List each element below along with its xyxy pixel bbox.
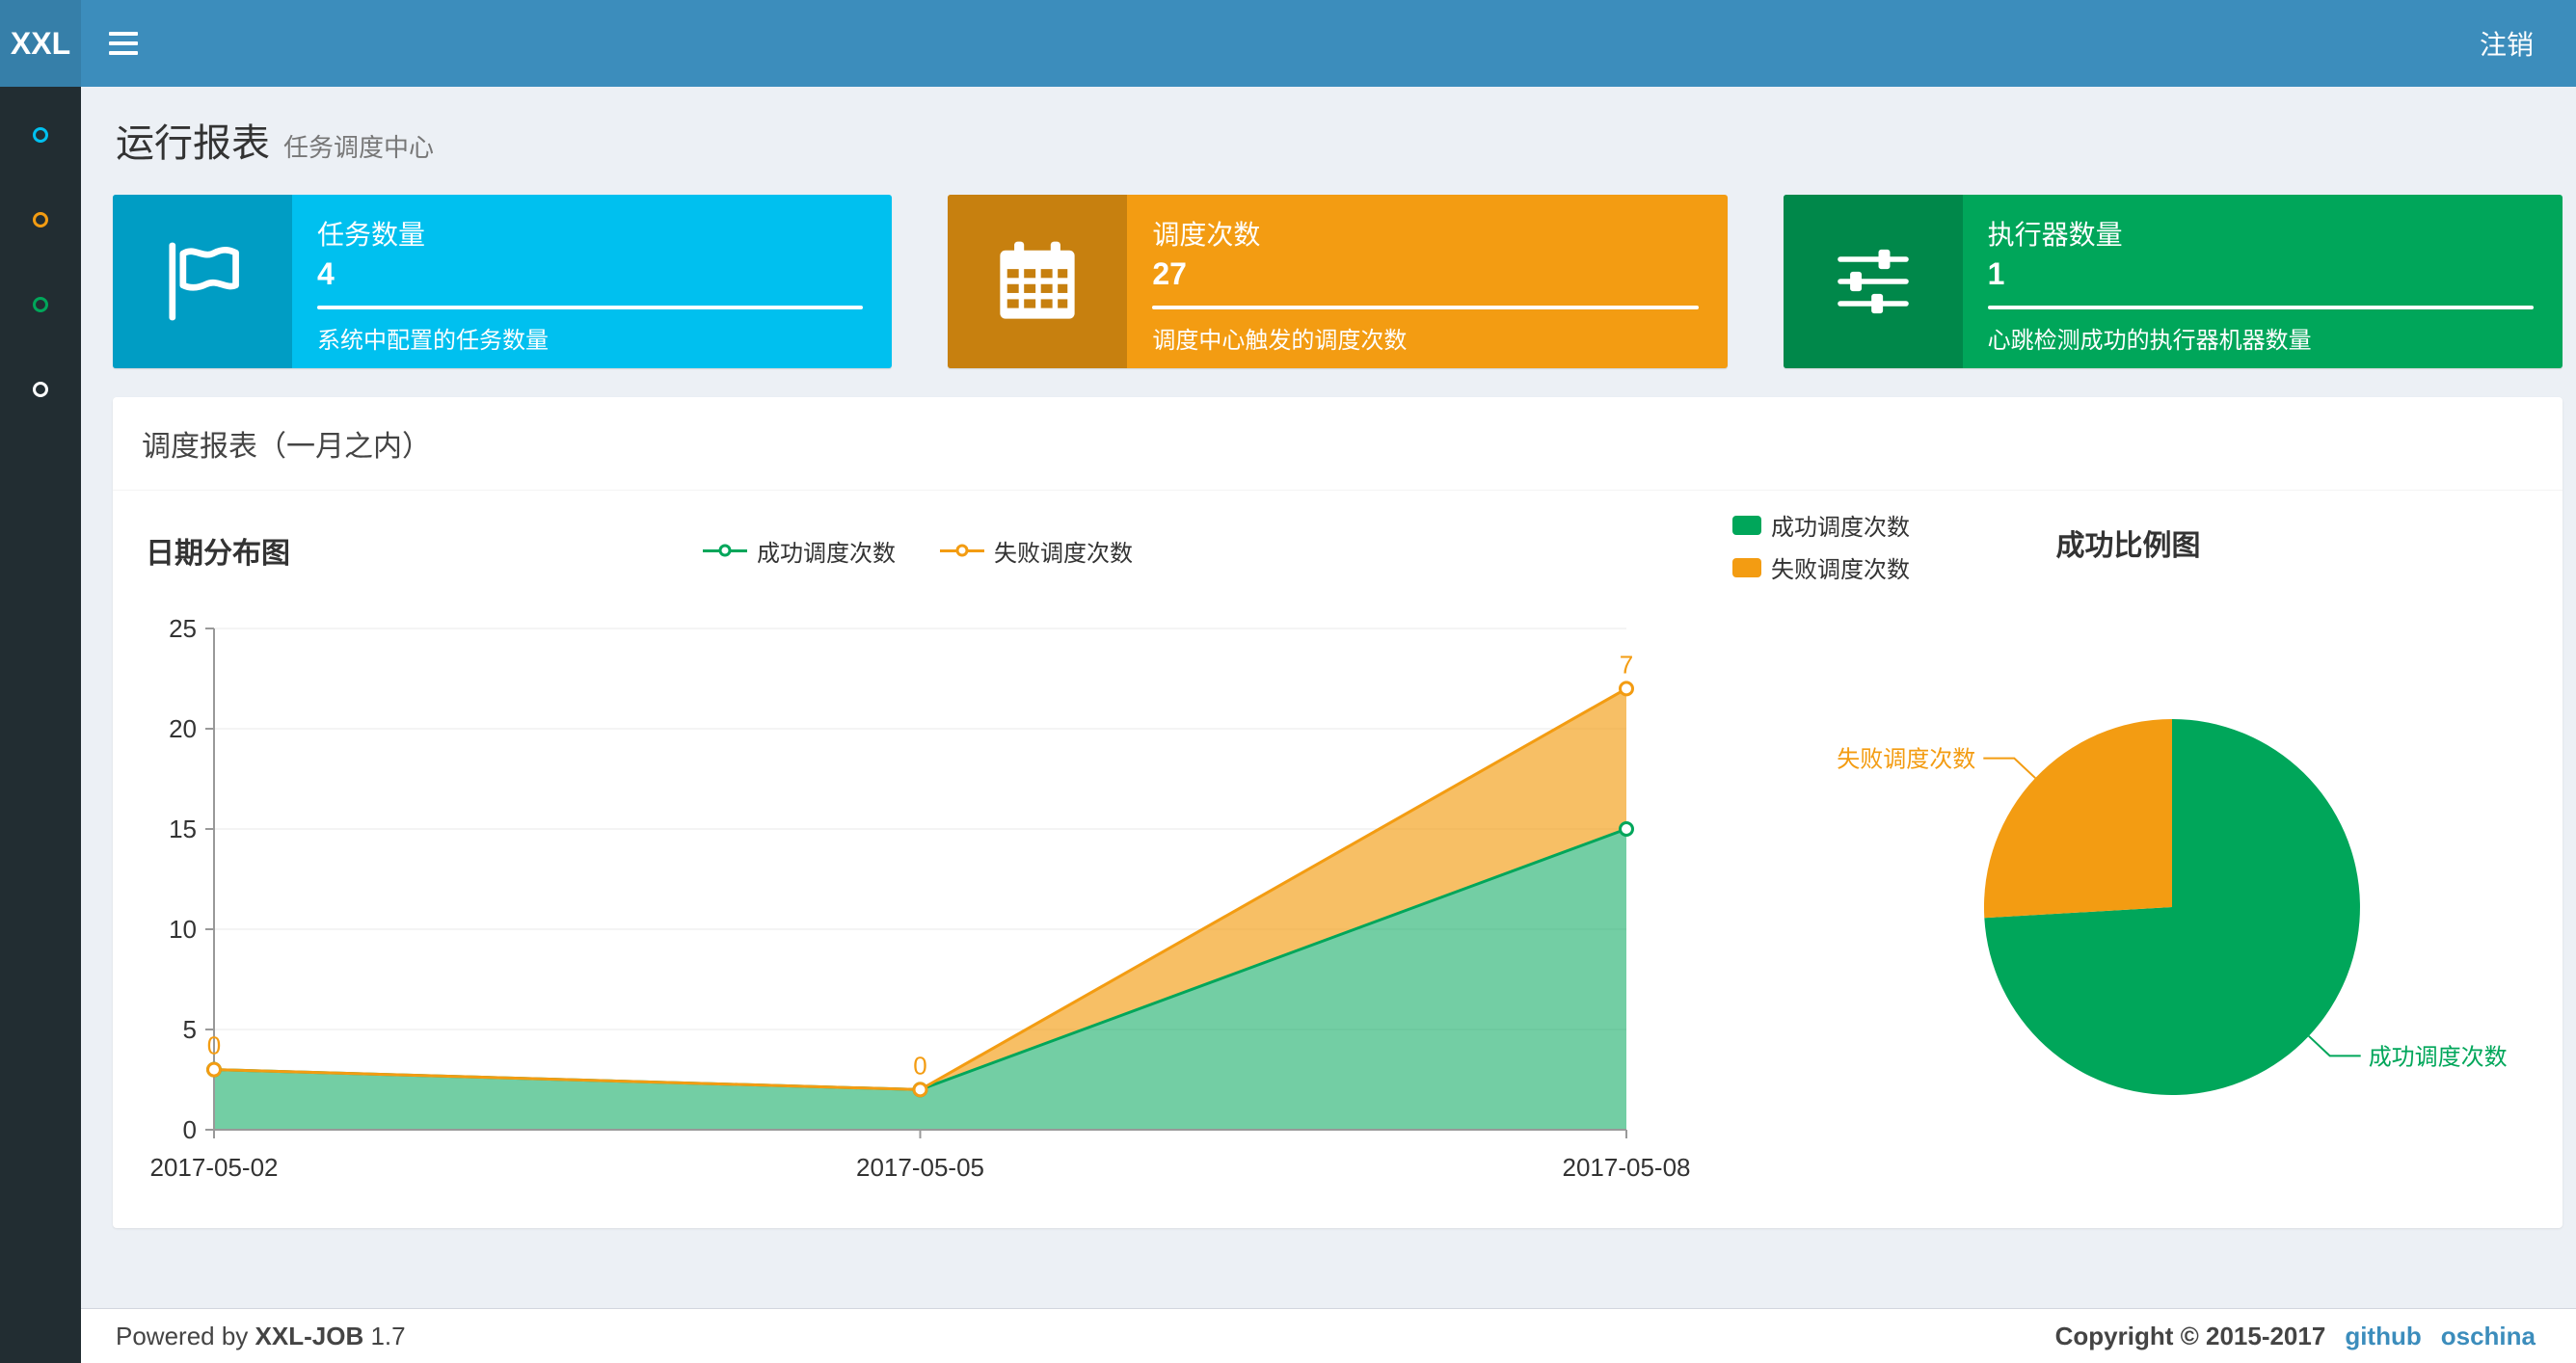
- navbar-spacer: [166, 0, 2437, 87]
- legend-item-fail[interactable]: 失败调度次数: [1732, 550, 1910, 584]
- svg-text:2017-05-05: 2017-05-05: [856, 1153, 984, 1182]
- info-box-description: 系统中配置的任务数量: [317, 328, 549, 354]
- info-box-trigger-count: 调度次数 27 调度中心触发的调度次数: [948, 195, 1728, 368]
- info-box-text: 调度次数 27 调度中心触发的调度次数: [1127, 195, 1727, 368]
- legend-item-fail[interactable]: 失败调度次数: [940, 534, 1133, 568]
- sidebar-item[interactable]: [0, 177, 81, 262]
- dispatch-report-panel: 调度报表（一月之内） 日期分布图 成功调度次数 失败调度次数 0 5 10 15…: [113, 397, 2563, 1228]
- info-box-label: 任务数量: [317, 220, 426, 250]
- success-ratio-pie-chart: 成功调度次数 失败调度次数: [1837, 719, 2507, 1095]
- panel-body: 日期分布图 成功调度次数 失败调度次数 0 5 10 15 20 25 2017-05-02…: [113, 491, 2563, 1228]
- svg-text:成功调度次数: 成功调度次数: [2368, 1044, 2507, 1070]
- info-box-description: 心跳检测成功的执行器机器数量: [1987, 328, 2312, 354]
- line-legend-marker: [940, 544, 984, 557]
- svg-text:失败调度次数: 失败调度次数: [1837, 747, 1975, 773]
- product-name: XXL-JOB: [255, 1321, 364, 1350]
- svg-text:10: 10: [169, 915, 197, 944]
- svg-text:0: 0: [183, 1115, 197, 1144]
- svg-text:2017-05-02: 2017-05-02: [150, 1153, 279, 1182]
- legend-item-success[interactable]: 成功调度次数: [1732, 508, 1910, 542]
- legend-label: 成功调度次数: [757, 540, 896, 567]
- legend-swatch: [1732, 557, 1761, 577]
- footer: Powered by XXL-JOB 1.7 Copyright © 2015-…: [81, 1308, 2576, 1363]
- page-title: 运行报表: [116, 122, 270, 165]
- progress-line: [1987, 306, 2534, 309]
- info-box-label: 调度次数: [1152, 220, 1261, 250]
- line-chart-header: 日期分布图 成功调度次数 失败调度次数: [142, 516, 1694, 585]
- top-navbar: XXL 注销: [0, 0, 2576, 87]
- flag-icon: [113, 195, 292, 368]
- pie-chart-legend: 成功调度次数 失败调度次数: [1732, 508, 1910, 584]
- app-logo[interactable]: XXL: [0, 0, 81, 87]
- svg-text:20: 20: [169, 714, 197, 743]
- legend-swatch: [1732, 515, 1761, 535]
- success-ratio-block: 成功调度次数 失败调度次数 成功比例图 成功调度次数 失败调度次数: [1694, 515, 2563, 1207]
- pie-chart-header: 成功调度次数 失败调度次数 成功比例图: [1694, 515, 2563, 608]
- line-legend-marker: [703, 544, 747, 557]
- svg-text:0: 0: [913, 1051, 926, 1080]
- circle-icon: [33, 297, 48, 312]
- legend-label: 失败调度次数: [1771, 557, 1910, 583]
- legend-label: 失败调度次数: [994, 540, 1133, 567]
- progress-line: [317, 306, 864, 309]
- svg-text:15: 15: [169, 815, 197, 843]
- page-subtitle: 任务调度中心: [283, 133, 435, 162]
- legend-item-success[interactable]: 成功调度次数: [703, 534, 896, 568]
- svg-text:2017-05-08: 2017-05-08: [1563, 1153, 1691, 1182]
- info-box-value: 4: [317, 256, 335, 291]
- copyright-text: Copyright © 2015-2017: [2054, 1321, 2326, 1350]
- date-distribution-block: 日期分布图 成功调度次数 失败调度次数 0 5 10 15 20 25 2017-05-02…: [142, 516, 1694, 1207]
- legend-label: 成功调度次数: [1771, 515, 1910, 541]
- main-content: 运行报表 任务调度中心 任务数量 4 系统中配置的任务数量 调度次数 27 调度…: [81, 0, 2576, 1309]
- sliders-icon: [1783, 195, 1963, 368]
- footer-right: Copyright © 2015-2017 github oschina: [2055, 1322, 2536, 1351]
- date-distribution-chart: 05101520252017-05-02 2017-05-05 2017-05-08…: [150, 614, 1691, 1182]
- product-version: 1.7: [370, 1321, 406, 1350]
- circle-icon: [33, 127, 48, 143]
- line-chart-title: 日期分布图: [146, 538, 290, 570]
- calendar-icon: [948, 195, 1128, 368]
- circle-icon: [33, 212, 48, 227]
- line-chart-legend: 成功调度次数 失败调度次数: [703, 534, 1133, 568]
- circle-icon: [33, 382, 48, 397]
- info-box-executor-count: 执行器数量 1 心跳检测成功的执行器机器数量: [1783, 195, 2563, 368]
- logout-link[interactable]: 注销: [2437, 0, 2576, 87]
- info-box-value: 27: [1152, 256, 1187, 291]
- info-box-row: 任务数量 4 系统中配置的任务数量 调度次数 27 调度中心触发的调度次数 执行…: [81, 168, 2576, 368]
- svg-text:25: 25: [169, 614, 197, 643]
- oschina-link[interactable]: oschina: [2441, 1322, 2536, 1351]
- sidebar: [0, 87, 81, 1363]
- svg-text:5: 5: [183, 1015, 197, 1044]
- hamburger-icon: [109, 32, 138, 36]
- info-box-description: 调度中心触发的调度次数: [1152, 328, 1408, 354]
- progress-line: [1152, 306, 1699, 309]
- info-box-label: 执行器数量: [1987, 220, 2123, 250]
- sidebar-toggle-button[interactable]: [81, 0, 166, 87]
- info-box-text: 执行器数量 1 心跳检测成功的执行器机器数量: [1963, 195, 2563, 368]
- panel-title: 调度报表（一月之内）: [113, 397, 2563, 491]
- svg-text:7: 7: [1620, 650, 1633, 679]
- info-box-value: 1: [1987, 256, 2005, 291]
- github-link[interactable]: github: [2345, 1322, 2421, 1351]
- sidebar-item[interactable]: [0, 262, 81, 347]
- powered-by-text: Powered by XXL-JOB 1.7: [116, 1321, 406, 1350]
- page-header: 运行报表 任务调度中心: [81, 87, 2576, 168]
- info-box-text: 任务数量 4 系统中配置的任务数量: [292, 195, 892, 368]
- svg-text:0: 0: [207, 1031, 221, 1060]
- sidebar-item[interactable]: [0, 347, 81, 432]
- info-box-task-count: 任务数量 4 系统中配置的任务数量: [113, 195, 893, 368]
- sidebar-item[interactable]: [0, 93, 81, 177]
